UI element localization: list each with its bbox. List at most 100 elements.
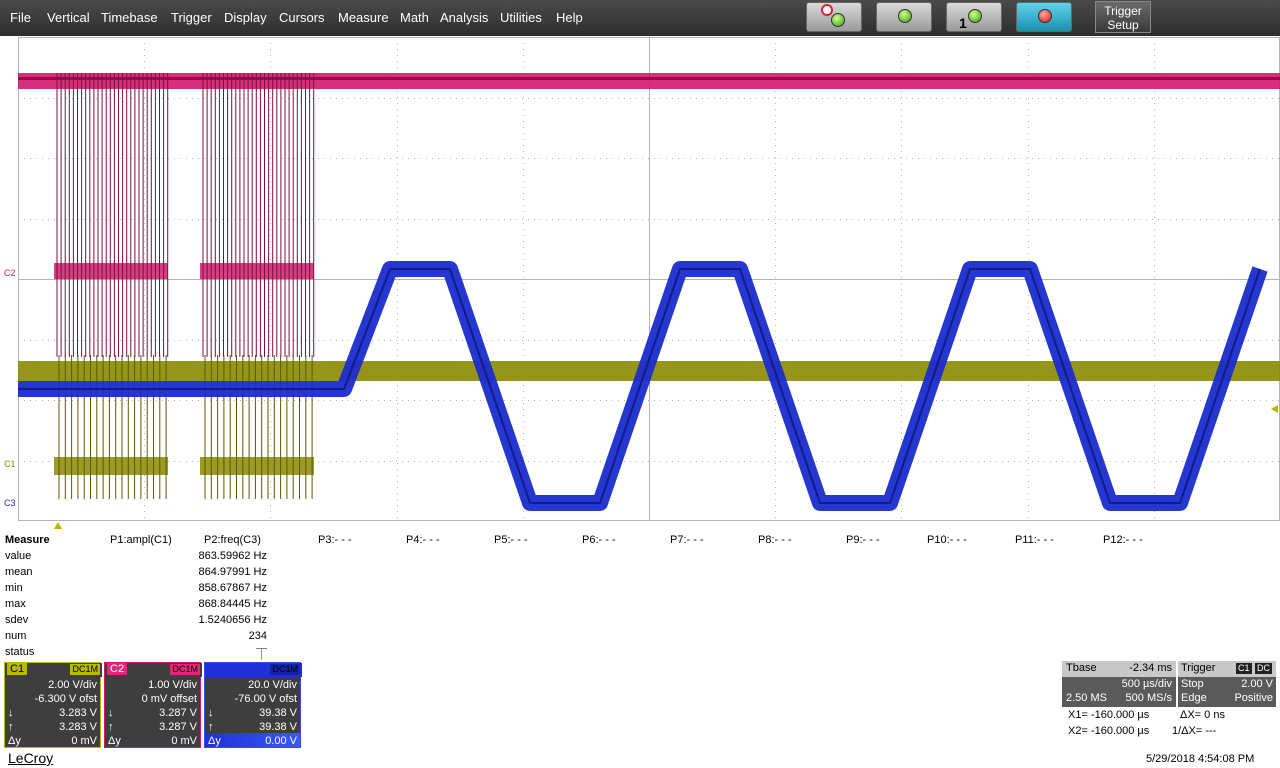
row-label-sdev: sdev: [5, 614, 29, 626]
row-label-num: num: [5, 630, 27, 642]
c3-coupling: DC1M: [270, 664, 300, 675]
c1-delta: 0 mV: [71, 735, 97, 747]
c2-descriptor[interactable]: C2 DC1M 1.00 V/div 0 mV offset ↓ 3.287 V…: [104, 662, 202, 748]
datetime: 5/29/2018 4:54:08 PM: [1146, 753, 1255, 765]
menu-timebase[interactable]: Timebase: [101, 10, 158, 25]
menu-utilities[interactable]: Utilities: [500, 10, 542, 25]
cursor-inv-dx: 1/ΔX= ---: [1172, 725, 1217, 737]
c2-name: C2: [107, 663, 128, 675]
c1-coupling: DC1M: [70, 664, 100, 675]
c1-delta-label: Δy: [8, 735, 21, 747]
green-light-icon: [831, 13, 845, 27]
trigger-descriptor[interactable]: Trigger C1 DC Stop 2.00 V Edge Positive: [1178, 661, 1276, 707]
param-p4[interactable]: P4:- - -: [406, 534, 440, 546]
c3-name: C3: [207, 663, 228, 675]
menu-cursors[interactable]: Cursors: [279, 10, 325, 25]
param-p6[interactable]: P6:- - -: [582, 534, 616, 546]
param-p1[interactable]: P1:ampl(C1): [110, 534, 172, 546]
menu-help[interactable]: Help: [556, 10, 583, 25]
measure-title: Measure: [5, 534, 50, 546]
param-p8[interactable]: P8:- - -: [758, 534, 792, 546]
p2-mean: 864.97991 Hz: [198, 566, 268, 578]
trigger-setup-line1: Trigger: [1104, 4, 1142, 18]
c3-ground-marker: C3: [4, 498, 16, 508]
single-trigger-button[interactable]: 1: [946, 2, 1002, 32]
row-label-status: status: [5, 646, 35, 658]
menu-trigger[interactable]: Trigger: [171, 10, 212, 25]
c2-delta-label: Δy: [108, 735, 121, 747]
trigger-level-marker: [1271, 405, 1278, 413]
param-p5[interactable]: P5:- - -: [494, 534, 528, 546]
timebase-rate: 500 MS/s: [1125, 692, 1172, 704]
menu-measure[interactable]: Measure: [338, 10, 389, 25]
trigger-type: Edge: [1181, 692, 1207, 704]
c2-ground-marker: C2: [4, 268, 16, 278]
trigger-mode: Stop: [1181, 678, 1204, 690]
menu-vertical[interactable]: Vertical: [47, 10, 90, 25]
menu-bar: File Vertical Timebase Trigger Display C…: [0, 0, 1280, 36]
timebase-tdiv: 500 µs/div: [1121, 678, 1172, 690]
param-p2[interactable]: P2:freq(C3): [204, 534, 261, 546]
cursor-readout: X1= -160.000 µs ΔX= 0 ns X2= -160.000 µs…: [1062, 708, 1280, 744]
c3-up: 39.38 V: [259, 721, 297, 733]
c3-delta-label: Δy: [208, 735, 221, 747]
c1-vdiv: 2.00 V/div: [48, 679, 97, 691]
normal-trigger-button[interactable]: [876, 2, 932, 32]
up-arrow-icon: ↑: [108, 721, 114, 733]
timebase-label: Tbase: [1066, 662, 1097, 674]
row-label-min: min: [5, 582, 23, 594]
menu-math[interactable]: Math: [400, 10, 429, 25]
trigger-setup-line2: Setup: [1107, 18, 1139, 32]
param-p9[interactable]: P9:- - -: [846, 534, 880, 546]
p2-status-icon: ⏉: [256, 649, 267, 661]
trigger-source: C1: [1236, 663, 1252, 674]
param-p3[interactable]: P3:- - -: [318, 534, 352, 546]
c1-down: 3.283 V: [59, 707, 97, 719]
c3-delta: 0.00 V: [265, 735, 297, 747]
auto-trigger-button[interactable]: [806, 2, 862, 32]
brand-logo: LeCroy: [8, 750, 54, 766]
param-p7[interactable]: P7:- - -: [670, 534, 704, 546]
menu-display[interactable]: Display: [224, 10, 267, 25]
c1-up: 3.283 V: [59, 721, 97, 733]
down-arrow-icon: ↓: [208, 707, 214, 719]
p2-value: 863.59962 Hz: [198, 550, 268, 562]
trigger-coupling: DC: [1255, 663, 1272, 674]
c2-coupling: DC1M: [170, 664, 200, 675]
c1-ground-marker: C1: [4, 459, 16, 469]
c1-descriptor[interactable]: C1 DC1M 2.00 V/div -6.300 V ofst ↓ 3.283…: [4, 662, 102, 748]
cursor-dx: ΔX= 0 ns: [1180, 709, 1225, 721]
down-arrow-icon: ↓: [8, 707, 14, 719]
trigger-setup-button[interactable]: Trigger Setup: [1095, 1, 1151, 33]
c3-vdiv: 20.0 V/div: [248, 679, 297, 691]
timebase-delay: -2.34 ms: [1129, 662, 1172, 674]
param-p11[interactable]: P11:- - -: [1015, 534, 1054, 546]
c2-offset: 0 mV offset: [141, 693, 197, 705]
trigger-slope: Positive: [1234, 692, 1273, 704]
c1-name: C1: [7, 663, 28, 675]
cursor-x2: X2= -160.000 µs: [1068, 725, 1150, 737]
red-light-icon: [1038, 9, 1052, 23]
row-label-max: max: [5, 598, 26, 610]
waveform-grid[interactable]: [18, 37, 1280, 521]
param-p12[interactable]: P12:- - -: [1103, 534, 1143, 546]
c2-down: 3.287 V: [159, 707, 197, 719]
row-label-mean: mean: [5, 566, 33, 578]
c3-descriptor[interactable]: C3 DC1M 20.0 V/div -76.00 V ofst ↓ 39.38…: [204, 662, 302, 748]
up-arrow-icon: ↑: [8, 721, 14, 733]
green-light-icon: [898, 9, 912, 23]
c3-down: 39.38 V: [259, 707, 297, 719]
menu-file[interactable]: File: [10, 10, 31, 25]
p2-min: 858.67867 Hz: [198, 582, 268, 594]
stop-trigger-button[interactable]: [1016, 2, 1072, 32]
timebase-descriptor[interactable]: Tbase -2.34 ms 500 µs/div 2.50 MS 500 MS…: [1062, 661, 1176, 707]
alarm-clock-icon: [821, 4, 833, 16]
up-arrow-icon: ↑: [208, 721, 214, 733]
param-p10[interactable]: P10:- - -: [927, 534, 967, 546]
p2-max: 868.84445 Hz: [198, 598, 268, 610]
p2-sdev: 1.5240656 Hz: [198, 614, 268, 626]
menu-analysis[interactable]: Analysis: [440, 10, 488, 25]
c3-offset: -76.00 V ofst: [234, 693, 297, 705]
measure-table[interactable]: Measure P1:ampl(C1) P2:freq(C3) P3:- - -…: [0, 532, 1280, 662]
c2-delta: 0 mV: [171, 735, 197, 747]
